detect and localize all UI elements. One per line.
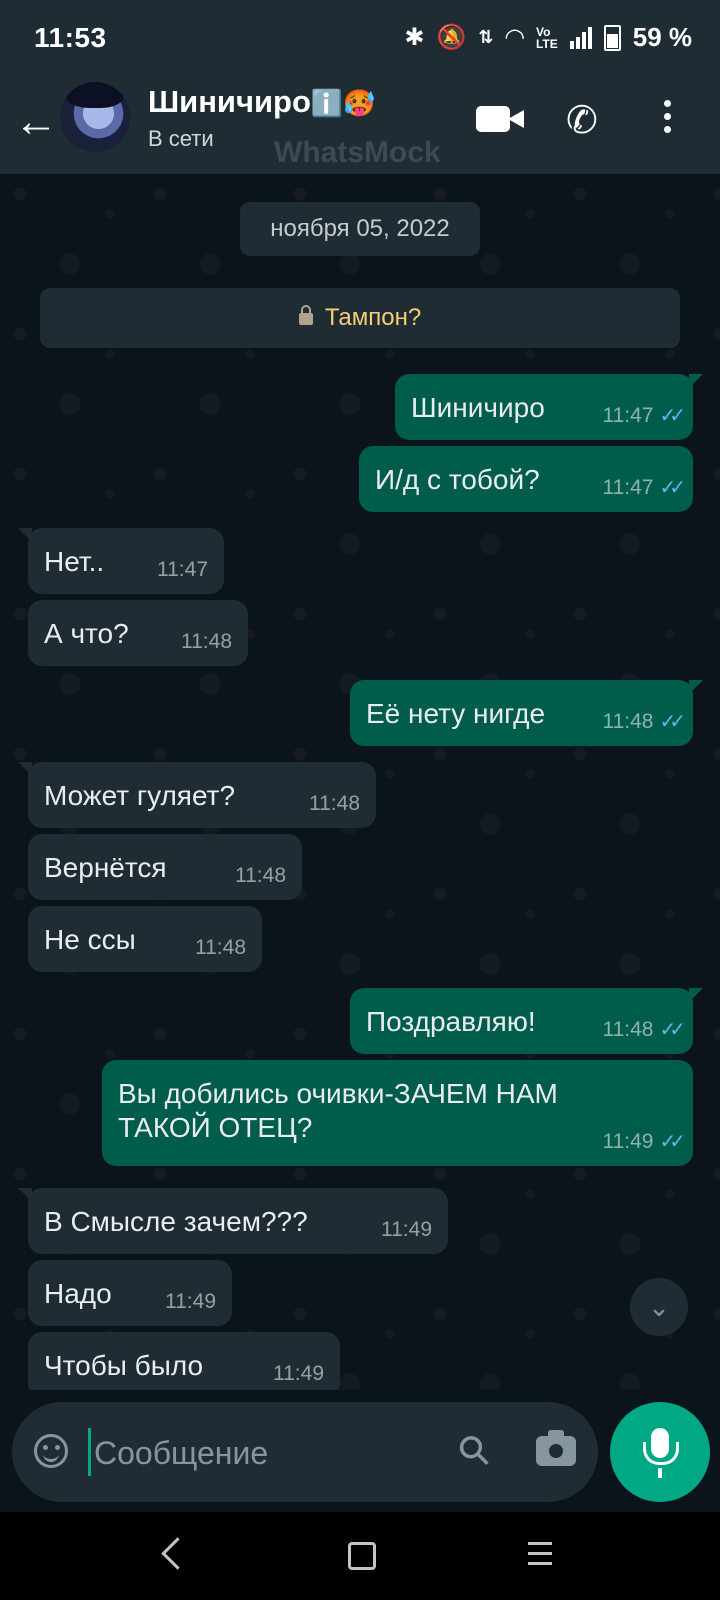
message-text: Её нету нигде [366,698,546,729]
message-meta: 11:47 ✓✓ [602,403,685,428]
read-ticks-icon: ✓✓ [659,477,685,499]
message-text: В Смысле зачем??? [44,1206,308,1237]
message-meta: 11:49 ✓✓ [602,1129,685,1154]
message-time: 11:49 [273,1362,324,1385]
message-time: 11:48 [181,630,232,653]
chat-area[interactable]: ноября 05, 2022 Тампон? Шиничиро 11:47 ✓✓… [0,174,720,1390]
message-bubble-incoming[interactable]: В Смысле зачем??? 11:49 [18,1188,448,1254]
contact-name-text: Шиничиро [148,84,311,119]
message-text: Шиничиро [411,392,545,423]
lock-icon [298,305,313,325]
message-text: Чтобы было [44,1350,204,1381]
nav-back-icon[interactable] [161,1537,194,1570]
message-time: 11:48 [309,792,360,815]
status-time: 11:53 [34,22,107,53]
message-text: А что? [44,618,129,649]
text-cursor [88,1428,91,1476]
message-time: 11:48 [235,864,286,887]
contact-status: В сети [148,126,214,151]
signal-icon [569,26,592,49]
message-time: 11:48 [602,1018,654,1041]
message-text: Нет.. [44,546,105,577]
message-bubble-outgoing[interactable]: Поздравляю! 11:48 ✓✓ [350,988,703,1054]
message-meta: 11:47 ✓✓ [602,475,685,500]
message-text: И/д с тобой? [375,464,540,495]
chat-header: ← Шиничироℹ️🥵 В сети WhatsMock ✆ [0,82,720,174]
message-text: Надо [44,1278,112,1309]
mic-icon [643,1428,679,1465]
mic-button[interactable] [610,1402,710,1502]
system-nav-bar [0,1512,720,1600]
wifi-icon: ◠ [505,24,524,51]
message-text: Поздравляю! [366,1006,536,1037]
message-text: Не ссы [44,924,136,955]
attach-icon[interactable]: ⚲ [448,1424,501,1477]
message-time: 11:48 [195,936,246,959]
read-ticks-icon: ✓✓ [659,1131,685,1153]
battery-percent: 59 % [632,22,692,52]
encryption-text: Тампон? [324,304,422,331]
back-arrow-icon[interactable]: ← [14,100,58,144]
message-composer: ⚲ [12,1402,598,1502]
message-time: 11:48 [602,710,654,733]
message-bubble-incoming[interactable]: А что? 11:48 [28,600,248,666]
date-chip: ноября 05, 2022 [240,202,480,256]
mic-stand [658,1468,662,1478]
message-bubble-outgoing[interactable]: И/д с тобой? 11:47 ✓✓ [359,446,693,512]
message-bubble-incoming[interactable]: Нет.. 11:47 [18,528,224,594]
phone-icon[interactable]: ✆ [566,98,598,143]
message-bubble-outgoing[interactable]: Её нету нигде 11:48 ✓✓ [350,680,703,746]
volte-icon: Vo LTE [535,24,558,51]
message-time: 11:49 [602,1130,654,1153]
message-time: 11:47 [602,404,654,427]
message-bubble-incoming[interactable]: Чтобы было 11:49 [28,1332,340,1390]
message-bubble-outgoing[interactable]: Шиничиро 11:47 ✓✓ [395,374,703,440]
read-ticks-icon: ✓✓ [659,711,685,733]
more-options-icon[interactable] [664,100,671,133]
message-time: 11:47 [157,558,208,581]
avatar[interactable] [60,82,130,152]
contact-name-emojis: ℹ️🥵 [310,88,376,118]
encryption-notice[interactable]: Тампон? [40,288,680,348]
contact-name[interactable]: Шиничироℹ️🥵 [148,84,376,120]
status-bar: 11:53 ✱ 🔕 ⇅ ◠ Vo LTE 59 % [0,0,720,82]
message-bubble-incoming[interactable]: Надо 11:49 [28,1260,232,1326]
message-input[interactable] [92,1424,436,1482]
watermark: WhatsMock [274,136,441,169]
mute-icon: 🔕 [436,24,467,51]
message-time: 11:49 [165,1290,216,1313]
read-ticks-icon: ✓✓ [659,1019,685,1041]
data-arrows-icon: ⇅ [478,27,494,47]
message-meta: 11:48 ✓✓ [602,709,685,734]
scroll-down-icon[interactable]: ⌄ [630,1278,688,1336]
message-time: 11:47 [602,476,654,499]
message-text-line-2: ТАКОЙ ОТЕЦ? [118,1112,313,1143]
video-call-icon[interactable] [476,106,524,132]
message-bubble-incoming[interactable]: Не ссы 11:48 [28,906,262,972]
message-bubble-incoming[interactable]: Может гуляет? 11:48 [18,762,376,828]
bluetooth-icon: ✱ [404,24,425,51]
nav-home-icon[interactable] [348,1542,376,1570]
message-text: Может гуляет? [44,780,236,811]
message-meta: 11:48 ✓✓ [602,1017,685,1042]
battery-icon [603,24,621,51]
nav-recents-icon[interactable] [528,1542,552,1572]
message-bubble-incoming[interactable]: Вернётся 11:48 [28,834,302,900]
emoji-icon[interactable] [34,1434,68,1468]
message-time: 11:49 [381,1218,432,1241]
message-text-line-1: Вы добились очивки-ЗАЧЕМ НАМ [118,1078,558,1109]
read-ticks-icon: ✓✓ [659,405,685,427]
camera-icon[interactable] [536,1430,576,1466]
status-icons: ✱ 🔕 ⇅ ◠ Vo LTE 59 % [404,22,692,53]
message-bubble-outgoing[interactable]: Вы добились очивки-ЗАЧЕМ НАМ ТАКОЙ ОТЕЦ?… [102,1060,693,1166]
message-text: Вернётся [44,852,167,883]
